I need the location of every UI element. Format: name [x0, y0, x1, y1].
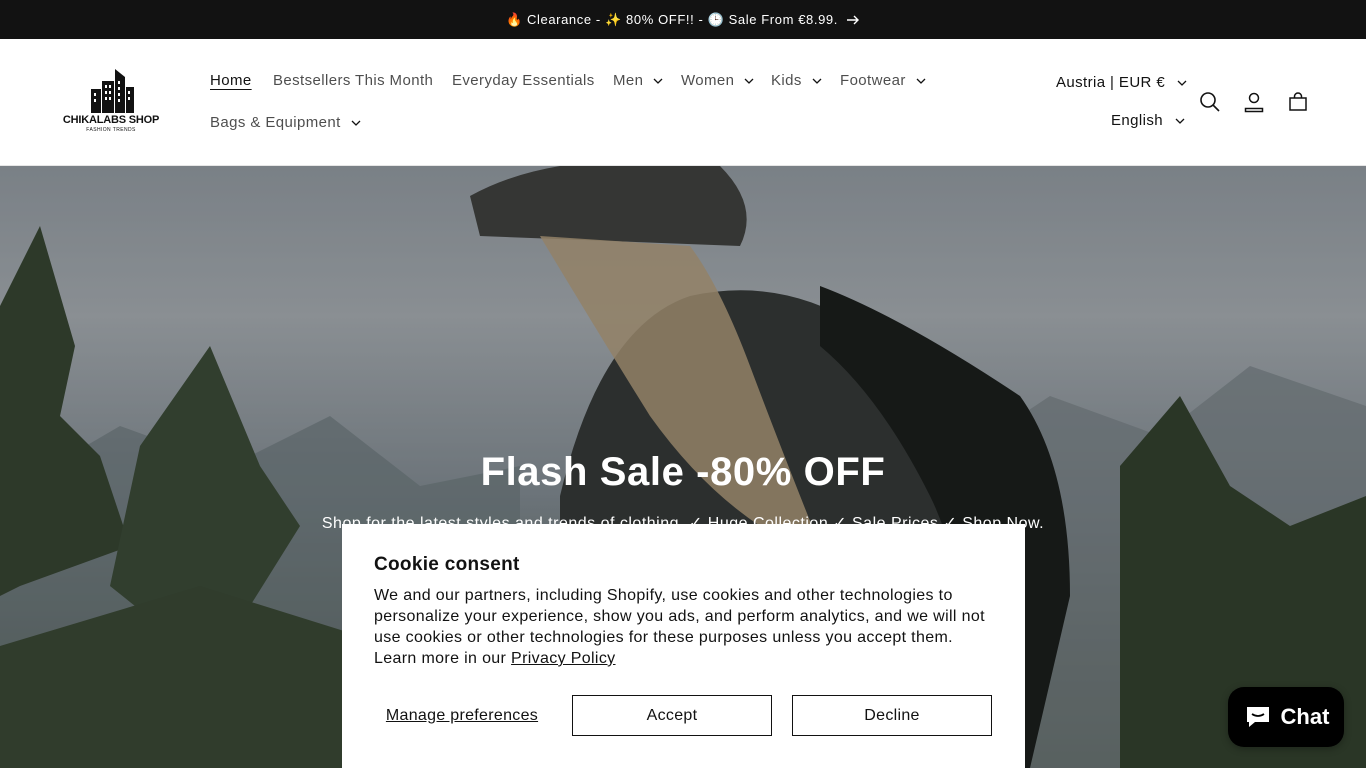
- cookie-actions: Manage preferences Accept Decline: [374, 695, 993, 736]
- logo-tagline: FASHION TRENDS: [86, 127, 136, 133]
- account-icon: [1244, 92, 1264, 113]
- chat-icon: [1246, 707, 1269, 727]
- nav-bags-label: Bags & Equipment: [210, 114, 341, 131]
- chevron-down-icon: [812, 78, 822, 84]
- nav-home-label: Home: [210, 72, 252, 89]
- arrow-right-icon: [846, 15, 859, 24]
- hero-title: Flash Sale -80% OFF: [480, 450, 886, 494]
- nav-essentials-label: Everyday Essentials: [452, 72, 595, 89]
- chevron-down-icon: [351, 120, 361, 126]
- nav-everyday-essentials[interactable]: Everyday Essentials: [452, 72, 595, 89]
- nav-men-label: Men: [613, 72, 644, 89]
- account-button[interactable]: [1242, 90, 1266, 114]
- chat-label: Chat: [1280, 704, 1330, 729]
- announcement-bar: 🔥 Clearance - ✨ 80% OFF!! - 🕒 Sale From …: [0, 0, 1366, 39]
- nav-bestsellers[interactable]: Bestsellers This Month: [273, 72, 433, 89]
- building-logo-icon: [91, 69, 134, 113]
- cart-icon: [1289, 92, 1307, 111]
- site-logo[interactable]: CHIKALABS SHOP FASHION TRENDS: [56, 67, 166, 137]
- cookie-body: We and our partners, including Shopify, …: [374, 585, 993, 669]
- chevron-down-icon: [1177, 80, 1187, 86]
- nav-bestsellers-label: Bestsellers This Month: [273, 72, 434, 89]
- nav-home[interactable]: Home: [210, 72, 252, 89]
- site-header: CHIKALABS SHOP FASHION TRENDS Home Bests…: [0, 39, 1366, 166]
- nav-footwear-label: Footwear: [840, 72, 906, 89]
- nav-footwear[interactable]: Footwear: [840, 72, 926, 89]
- chat-button[interactable]: Chat: [1228, 687, 1344, 747]
- search-button[interactable]: [1198, 90, 1222, 114]
- announcement-text: 🔥 Clearance - ✨ 80% OFF!! - 🕒 Sale From …: [506, 11, 838, 27]
- cookie-title: Cookie consent: [374, 554, 520, 575]
- chevron-down-icon: [1175, 118, 1185, 124]
- accept-button[interactable]: Accept: [572, 695, 772, 736]
- country-selector-label: Austria | EUR €: [1056, 74, 1166, 91]
- nav-women[interactable]: Women: [681, 72, 754, 89]
- nav-men[interactable]: Men: [613, 72, 663, 89]
- announcement-link[interactable]: 🔥 Clearance - ✨ 80% OFF!! - 🕒 Sale From …: [506, 12, 860, 28]
- manage-preferences-button[interactable]: Manage preferences: [374, 707, 550, 725]
- nav-kids-label: Kids: [771, 72, 802, 89]
- logo-brand: CHIKALABS SHOP: [62, 114, 160, 126]
- chevron-down-icon: [653, 78, 663, 84]
- language-selector-label: English: [1111, 112, 1163, 129]
- nav-kids[interactable]: Kids: [771, 72, 822, 89]
- nav-women-label: Women: [681, 72, 735, 89]
- country-selector[interactable]: Austria | EUR €: [1056, 74, 1187, 91]
- cookie-consent-dialog: Cookie consent We and our partners, incl…: [342, 524, 1025, 768]
- cookie-body-text: We and our partners, including Shopify, …: [374, 587, 985, 667]
- decline-button[interactable]: Decline: [792, 695, 992, 736]
- chevron-down-icon: [916, 78, 926, 84]
- chevron-down-icon: [744, 78, 754, 84]
- cart-button[interactable]: [1286, 90, 1310, 114]
- privacy-policy-link[interactable]: Privacy Policy: [511, 650, 615, 667]
- nav-bags-equipment[interactable]: Bags & Equipment: [210, 114, 361, 131]
- language-selector[interactable]: English: [1111, 112, 1185, 129]
- search-icon: [1200, 92, 1220, 112]
